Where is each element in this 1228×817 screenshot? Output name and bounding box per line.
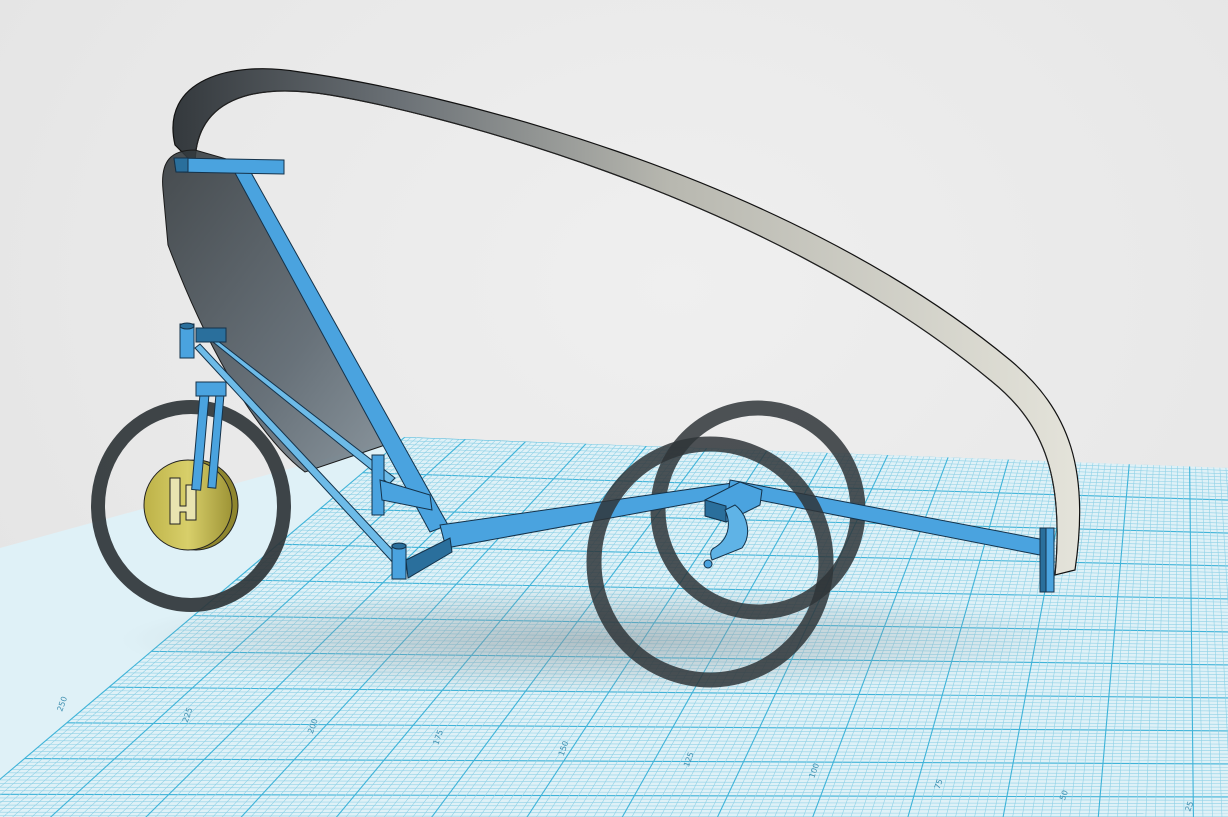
front-hub[interactable]: [143, 459, 239, 551]
seat-top-bar: [173, 157, 285, 175]
3d-viewport[interactable]: 250 225 200 175 150 125 100 75 50 25: [0, 0, 1228, 817]
fork-crown: [195, 381, 227, 397]
scene-canvas[interactable]: 250225200175150125100755025: [0, 0, 1228, 817]
bottom-bracket: [391, 544, 407, 580]
